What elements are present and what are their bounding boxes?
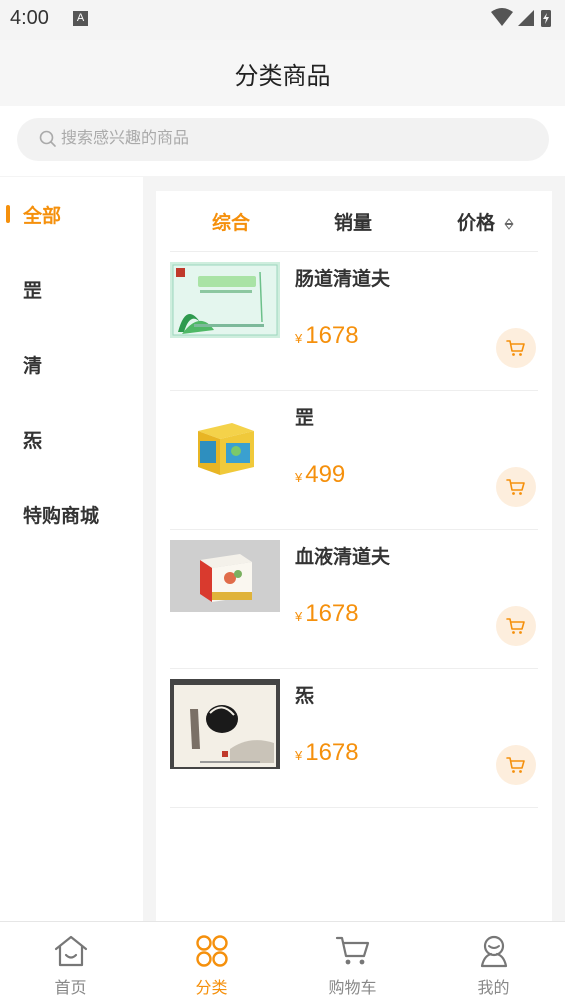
shopping-cart-icon <box>335 936 370 965</box>
product-item[interactable]: 炁 ¥1678 <box>170 669 538 808</box>
sort-bar: 综合 销量 价格 <box>156 191 552 251</box>
cart-icon <box>506 340 525 356</box>
sidebar-item-gang[interactable]: 罡 <box>0 252 143 327</box>
price-value: 499 <box>305 461 346 488</box>
price-value: 1678 <box>305 600 359 627</box>
status-bar: 4:00 A <box>0 0 565 40</box>
product-image <box>170 401 280 491</box>
product-image <box>170 679 280 769</box>
tab-cart[interactable]: 购物车 <box>282 922 423 1004</box>
search-section <box>0 106 565 176</box>
cart-icon <box>506 618 525 634</box>
product-panel: 综合 销量 价格 肠道清道夫 ¥ 1678 罡 ¥ 499 血液清道夫 ¥ 16… <box>156 191 552 921</box>
user-icon <box>480 935 508 968</box>
sort-price-label: 价格 <box>457 212 496 234</box>
page-title: 分类商品 <box>234 62 331 90</box>
sort-arrows-icon <box>504 217 514 230</box>
tab-label: 分类 <box>195 978 228 997</box>
bottom-tab-bar: 首页 分类 购物车 我的 <box>0 921 565 1004</box>
tab-label: 我的 <box>477 978 510 997</box>
sort-price[interactable]: 价格 <box>457 208 514 235</box>
sidebar-item-qing[interactable]: 清 <box>0 327 143 402</box>
search-input[interactable] <box>61 128 461 147</box>
wifi-icon <box>491 8 513 26</box>
search-box[interactable] <box>17 118 549 161</box>
add-to-cart-button[interactable] <box>496 467 536 507</box>
home-icon <box>54 935 88 967</box>
tab-label: 购物车 <box>328 978 377 997</box>
add-to-cart-button[interactable] <box>496 328 536 368</box>
product-price: ¥1678 <box>295 322 359 350</box>
add-to-cart-button[interactable] <box>496 606 536 646</box>
search-icon <box>39 130 56 147</box>
status-time: 4:00 <box>10 7 49 29</box>
add-to-cart-button[interactable] <box>496 745 536 785</box>
product-item[interactable]: 罡 ¥499 <box>170 391 538 530</box>
category-grid-icon <box>196 935 228 967</box>
product-image <box>170 540 280 630</box>
cart-icon <box>506 479 525 495</box>
product-image <box>170 262 280 352</box>
sort-sales[interactable]: 销量 <box>334 208 372 235</box>
notification-icon: A <box>73 11 88 26</box>
sort-comprehensive[interactable]: 综合 <box>212 208 250 235</box>
product-item[interactable]: 肠道清道夫 ¥1678 <box>170 252 538 391</box>
signal-icon <box>518 10 534 26</box>
product-price: ¥1678 <box>295 739 359 767</box>
product-price: ¥1678 <box>295 600 359 628</box>
tab-home[interactable]: 首页 <box>0 922 141 1004</box>
product-item[interactable]: 血液清道夫 ¥1678 <box>170 530 538 669</box>
sidebar-item-qi[interactable]: 炁 <box>0 402 143 477</box>
tab-label: 首页 <box>54 978 87 997</box>
currency-symbol: ¥ <box>295 331 303 346</box>
tab-category[interactable]: 分类 <box>141 922 282 1004</box>
product-price: ¥499 <box>295 461 345 489</box>
product-name: 血液清道夫 <box>295 546 391 568</box>
sidebar-item-label: 全部 <box>23 205 62 227</box>
tab-mine[interactable]: 我的 <box>423 922 564 1004</box>
price-value: 1678 <box>305 739 359 766</box>
sidebar-item-label: 炁 <box>23 430 43 452</box>
sidebar-item-label: 罡 <box>23 280 43 302</box>
currency-symbol: ¥ <box>295 609 303 624</box>
sidebar-item-special-mall[interactable]: 特购商城 <box>0 477 143 552</box>
price-value: 1678 <box>305 322 359 349</box>
currency-symbol: ¥ <box>295 470 303 485</box>
sidebar-item-label: 清 <box>23 355 43 377</box>
cart-icon <box>506 757 525 773</box>
category-sidebar: 全部 罡 清 炁 特购商城 <box>0 177 143 921</box>
status-icons <box>491 8 553 34</box>
sidebar-item-all[interactable]: 全部 <box>0 177 143 252</box>
product-name: 炁 <box>295 685 315 707</box>
active-indicator <box>6 205 10 223</box>
currency-symbol: ¥ <box>295 748 303 763</box>
product-name: 罡 <box>295 407 315 429</box>
product-name: 肠道清道夫 <box>295 268 391 290</box>
sidebar-item-label: 特购商城 <box>23 505 100 527</box>
header: 分类商品 <box>0 40 565 106</box>
